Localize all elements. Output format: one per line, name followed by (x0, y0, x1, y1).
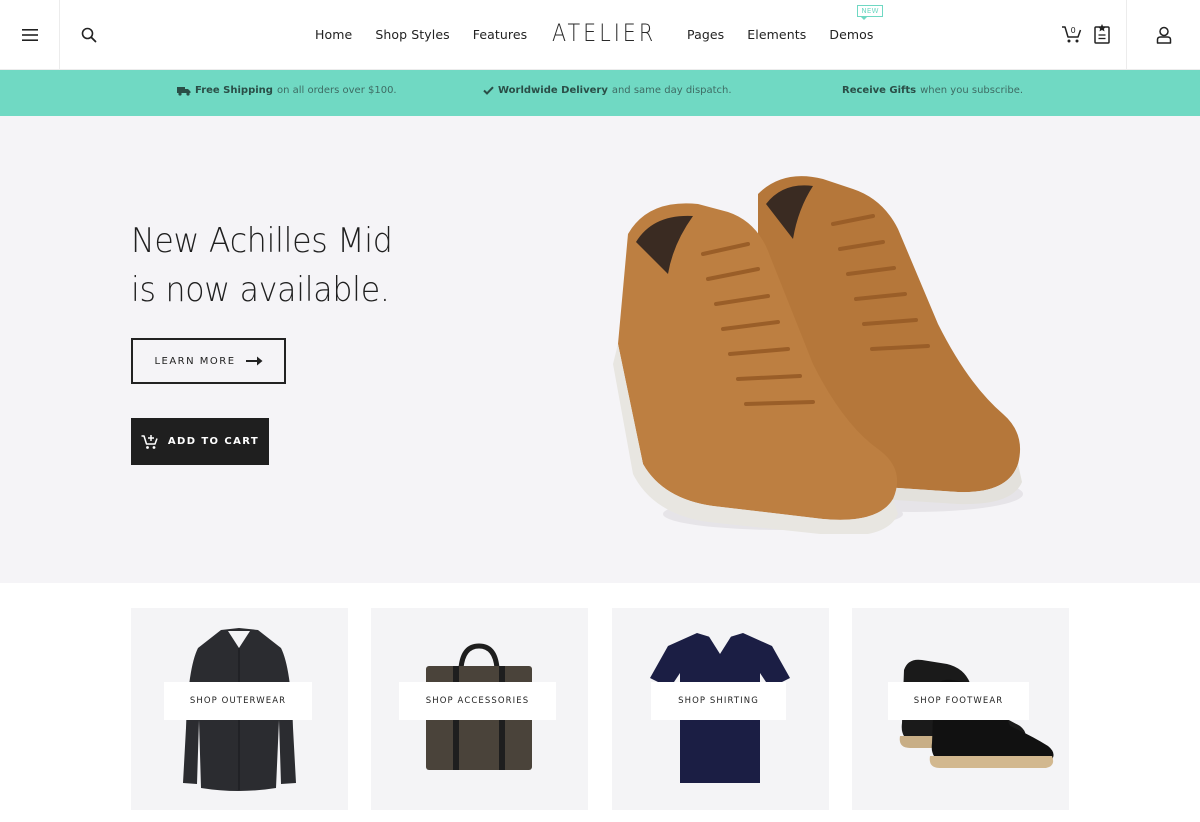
category-shirting[interactable]: SHOP SHIRTING (612, 608, 829, 810)
nav-pages[interactable]: Pages (687, 27, 724, 42)
nav-elements[interactable]: Elements (747, 27, 806, 42)
nav-home[interactable]: Home (315, 27, 352, 42)
category-grid: SHOP OUTERWEAR SHOP ACCESSORIES SHOP SHI… (131, 608, 1069, 810)
promo-delivery: Worldwide Delivery and same day dispatch… (483, 85, 732, 96)
promo-gifts: Receive Gifts when you subscribe. (842, 85, 1023, 96)
menu-icon (21, 28, 38, 41)
promo-gifts-text: when you subscribe. (920, 85, 1024, 96)
header-actions: 0 (1061, 22, 1113, 46)
category-outerwear-label: SHOP OUTERWEAR (164, 682, 312, 720)
search-button[interactable] (60, 0, 118, 69)
cart-icon: 0 (1062, 26, 1082, 43)
promo-delivery-text: and same day dispatch. (611, 85, 732, 96)
hero-title-line-1: New Achilles Mid (131, 221, 393, 261)
add-to-cart-button[interactable]: ADD TO CART (131, 418, 269, 465)
site-logo[interactable]: ATELIER (552, 19, 656, 47)
account-icon (1156, 26, 1171, 44)
truck-icon (177, 86, 191, 96)
promo-shipping: Free Shipping on all orders over $100. (177, 85, 397, 96)
promo-bar: Free Shipping on all orders over $100. W… (0, 70, 1200, 116)
nav-demos[interactable]: Demos NEW (829, 5, 883, 42)
nav-demos-label: Demos (829, 27, 874, 42)
category-footwear-label: SHOP FOOTWEAR (888, 682, 1029, 720)
checkmark-icon (483, 86, 494, 95)
wishlist-icon (1094, 24, 1110, 44)
nav-features[interactable]: Features (473, 27, 528, 42)
main-nav-left: Home Shop Styles Features (315, 0, 550, 69)
new-badge: NEW (857, 5, 883, 20)
category-outerwear[interactable]: SHOP OUTERWEAR (131, 608, 348, 810)
add-to-cart-label: ADD TO CART (167, 436, 260, 447)
hero-title: New Achilles Mid is now available. (131, 217, 393, 315)
cart-button[interactable]: 0 (1061, 22, 1083, 46)
account-button[interactable] (1126, 0, 1200, 69)
category-accessories[interactable]: SHOP ACCESSORIES (371, 608, 588, 810)
wishlist-button[interactable] (1091, 22, 1113, 46)
category-footwear[interactable]: SHOP FOOTWEAR (852, 608, 1069, 810)
main-nav-right: Pages Elements Demos NEW (687, 0, 897, 69)
hero-section: New Achilles Mid is now available. LEARN… (0, 116, 1200, 583)
promo-shipping-title: Free Shipping (195, 85, 273, 96)
hero-product-image (613, 176, 1023, 534)
promo-shipping-text: on all orders over $100. (276, 85, 397, 96)
nav-shop-styles[interactable]: Shop Styles (375, 27, 449, 42)
arrow-right-icon (245, 356, 263, 366)
menu-button[interactable] (0, 0, 60, 69)
category-accessories-label: SHOP ACCESSORIES (399, 682, 556, 720)
cart-count: 0 (1071, 26, 1076, 35)
search-icon (81, 27, 97, 42)
category-shirting-label: SHOP SHIRTING (651, 682, 786, 720)
site-header: Home Shop Styles Features ATELIER Pages … (0, 0, 1200, 70)
promo-gifts-title: Receive Gifts (842, 85, 917, 96)
cart-add-icon (141, 434, 158, 449)
hero-title-line-2: is now available. (131, 270, 390, 310)
learn-more-label: LEARN MORE (154, 355, 236, 367)
learn-more-button[interactable]: LEARN MORE (131, 338, 286, 384)
promo-delivery-title: Worldwide Delivery (498, 85, 608, 96)
